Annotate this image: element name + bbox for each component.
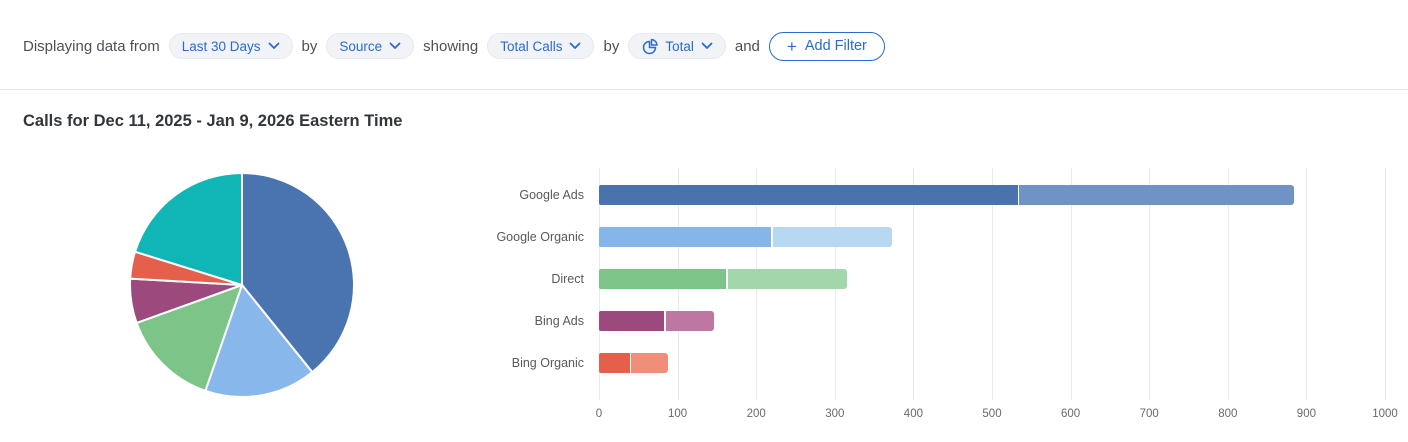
x-axis-tick-label: 0 bbox=[595, 408, 603, 420]
dropdown-label: Last 30 Days bbox=[181, 38, 261, 54]
dropdown-label: Total Calls bbox=[500, 38, 563, 54]
x-axis-tick-label: 100 bbox=[668, 408, 688, 420]
bar-category-label: Bing Ads bbox=[534, 314, 584, 328]
bar-segment[interactable] bbox=[727, 269, 848, 289]
bar-segment[interactable] bbox=[665, 311, 715, 331]
bar-row: Bing Organic bbox=[490, 342, 1408, 384]
filter-bar-text: and bbox=[734, 37, 760, 55]
bar-segment[interactable] bbox=[599, 269, 727, 289]
date-range-dropdown[interactable]: Last 30 Days bbox=[168, 33, 293, 59]
add-filter-button[interactable]: + Add Filter bbox=[768, 31, 885, 61]
x-axis-tick-label: 800 bbox=[1218, 408, 1238, 420]
bar-row: Bing Ads bbox=[490, 300, 1408, 342]
stacked-bar bbox=[599, 311, 715, 331]
x-axis-tick-label: 1000 bbox=[1372, 408, 1398, 420]
add-filter-label: Add Filter bbox=[804, 38, 867, 54]
chart-title: Calls for Dec 11, 2025 - Jan 9, 2026 Eas… bbox=[23, 112, 403, 130]
bar-row: Direct bbox=[490, 258, 1408, 300]
x-axis-tick-label: 300 bbox=[825, 408, 845, 420]
section-divider bbox=[0, 89, 1408, 90]
dropdown-label: Source bbox=[339, 38, 383, 54]
bar-segment[interactable] bbox=[772, 227, 893, 247]
stacked-bar bbox=[599, 227, 893, 247]
bar-category-label: Google Ads bbox=[519, 188, 584, 202]
plus-icon: + bbox=[786, 36, 797, 56]
bar-category-label: Google Organic bbox=[496, 230, 584, 244]
metric-dropdown[interactable]: Total Calls bbox=[487, 33, 595, 59]
filter-bar-text: Displaying data from bbox=[23, 37, 160, 55]
bar-row: Google Ads bbox=[490, 174, 1408, 216]
x-axis-tick-label: 200 bbox=[746, 408, 766, 420]
x-axis-tick-label: 500 bbox=[982, 408, 1002, 420]
bar-category-label: Bing Organic bbox=[511, 356, 584, 370]
chevron-down-icon bbox=[701, 42, 713, 49]
bar-chart: Google Ads Google Organic Direct Bing Ads Bi… bbox=[490, 168, 1408, 430]
stacked-bar bbox=[599, 269, 848, 289]
bar-category-label: Direct bbox=[551, 272, 584, 286]
bar-row: Google Organic bbox=[490, 216, 1408, 258]
filter-bar-text: showing bbox=[423, 37, 479, 55]
dropdown-label: Total bbox=[665, 38, 694, 54]
chevron-down-icon bbox=[570, 42, 581, 49]
x-axis-tick-label: 700 bbox=[1139, 408, 1159, 420]
bar-segment[interactable] bbox=[599, 185, 1018, 205]
filter-bar-text: by bbox=[301, 37, 318, 55]
x-axis-tick-label: 400 bbox=[903, 408, 923, 420]
bar-chart-rows: Google Ads Google Organic Direct Bing Ads Bi… bbox=[490, 174, 1408, 384]
time-grouping-dropdown[interactable]: Total bbox=[628, 33, 726, 59]
bar-segment[interactable] bbox=[599, 353, 630, 373]
x-axis-tick-label: 600 bbox=[1061, 408, 1081, 420]
filter-bar-text: by bbox=[603, 37, 620, 55]
stacked-bar bbox=[599, 185, 1295, 205]
x-axis-ticks: 0 100 200 300 400 500 600 700 800 900 1000 bbox=[595, 408, 1399, 424]
bar-segment[interactable] bbox=[631, 353, 669, 373]
group-by-dropdown[interactable]: Source bbox=[326, 33, 415, 59]
stacked-bar bbox=[599, 353, 669, 373]
pie-chart bbox=[128, 171, 356, 399]
bar-segment[interactable] bbox=[599, 227, 772, 247]
chevron-down-icon bbox=[268, 42, 279, 49]
bar-segment[interactable] bbox=[599, 311, 665, 331]
chevron-down-icon bbox=[389, 42, 401, 49]
filter-bar: Displaying data from Last 30 Days by Source… bbox=[23, 31, 885, 61]
pie-chart-icon bbox=[643, 38, 659, 54]
bar-segment[interactable] bbox=[1019, 185, 1295, 205]
x-axis-tick-label: 900 bbox=[1296, 408, 1316, 420]
